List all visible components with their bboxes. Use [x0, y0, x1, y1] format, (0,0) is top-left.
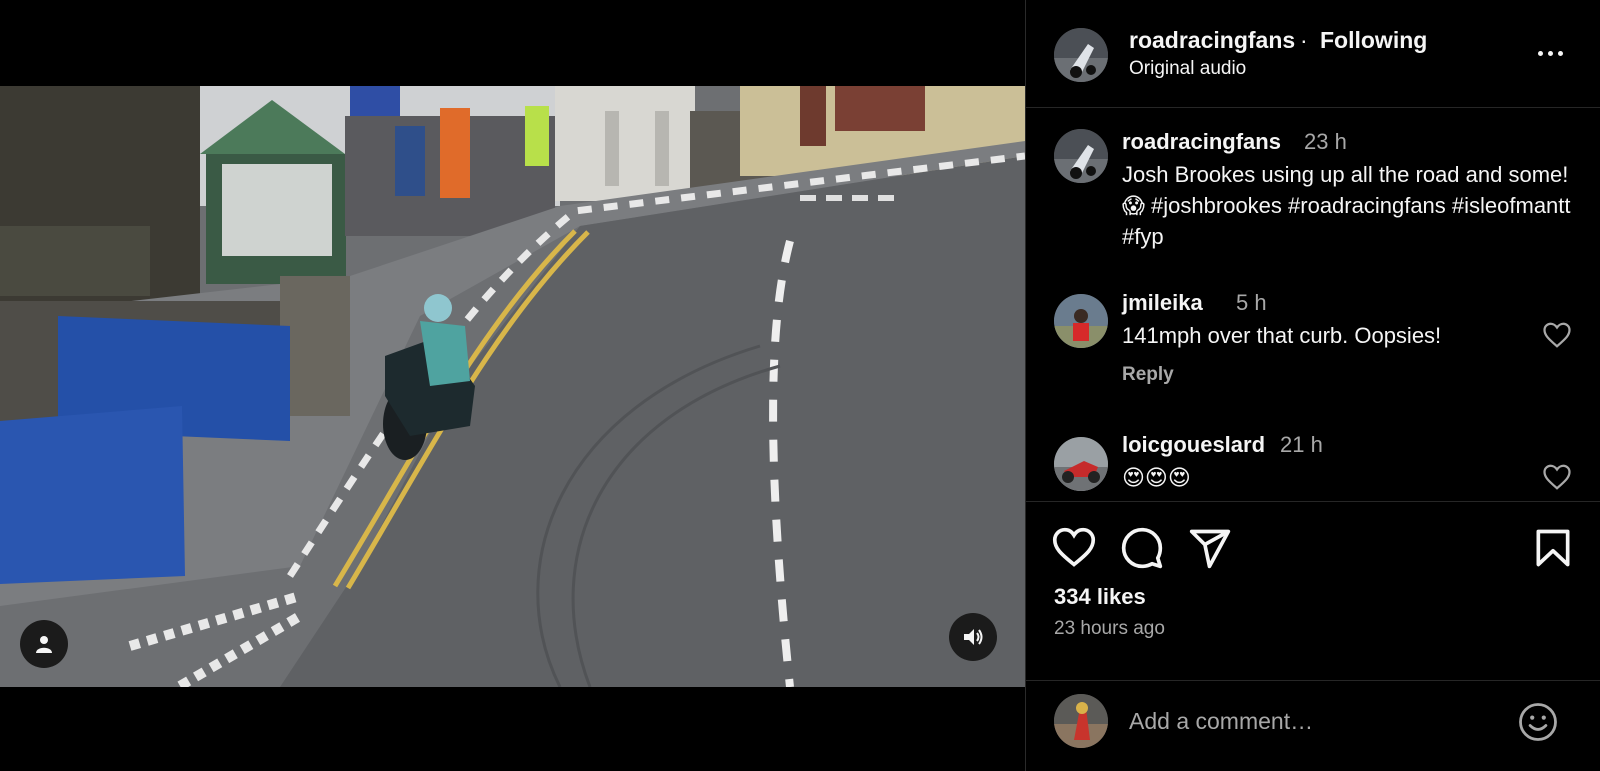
header-separator: · — [1300, 27, 1308, 53]
heart-icon[interactable] — [1052, 526, 1096, 570]
post-details-panel: roadracingfans · Following Original audi… — [1026, 0, 1600, 771]
user-tag-icon — [36, 636, 52, 653]
audio-label[interactable]: Original audio — [1129, 58, 1246, 80]
comment-text: 141mph over that curb. Oopsies! — [1122, 323, 1442, 348]
comment-username[interactable]: jmileika — [1122, 290, 1203, 316]
caption-avatar[interactable] — [1054, 129, 1108, 183]
posted-time: 23 hours ago — [1054, 618, 1165, 639]
comment-username[interactable]: loicgoueslard — [1122, 432, 1265, 458]
action-bar: 334 likes 23 hours ago — [1026, 503, 1600, 673]
add-comment-input[interactable] — [1129, 699, 1509, 743]
likes-count[interactable]: 334 likes — [1054, 584, 1146, 610]
current-user-avatar[interactable] — [1054, 694, 1108, 748]
bookmark-icon[interactable] — [1531, 526, 1575, 570]
more-options-icon[interactable] — [1530, 38, 1570, 68]
author-username[interactable]: roadracingfans — [1129, 27, 1295, 54]
caption-time: 23 h — [1304, 129, 1347, 154]
video-frame — [0, 86, 1025, 687]
comment-bar — [1026, 680, 1600, 771]
caption-username[interactable]: roadracingfans — [1122, 129, 1281, 155]
post-header: roadracingfans · Following Original audi… — [1026, 0, 1600, 108]
speaker-icon — [964, 629, 983, 645]
commenter-avatar[interactable] — [1054, 437, 1108, 491]
reply-button[interactable]: Reply — [1122, 364, 1174, 386]
media-pane — [0, 0, 1025, 771]
following-button[interactable]: Following — [1320, 27, 1427, 54]
video-player[interactable] — [0, 86, 1025, 687]
audio-toggle-button[interactable] — [949, 613, 997, 661]
comment-like-heart-icon[interactable] — [1542, 321, 1572, 349]
comments-list[interactable]: roadracingfans 23 h Josh Brookes using u… — [1026, 109, 1600, 502]
commenter-avatar[interactable] — [1054, 294, 1108, 348]
user-tag-button[interactable] — [20, 620, 68, 668]
comment-time: 21 h — [1280, 432, 1323, 457]
caption-text: Josh Brookes using up all the road and s… — [1122, 162, 1571, 249]
comment-text: 😍😍😍 — [1122, 465, 1191, 490]
comment-icon[interactable] — [1120, 526, 1164, 570]
author-avatar[interactable] — [1054, 28, 1108, 82]
share-icon[interactable] — [1188, 526, 1232, 570]
emoji-icon[interactable] — [1517, 701, 1559, 743]
comment-like-heart-icon[interactable] — [1542, 463, 1572, 491]
comment-time: 5 h — [1236, 290, 1267, 315]
